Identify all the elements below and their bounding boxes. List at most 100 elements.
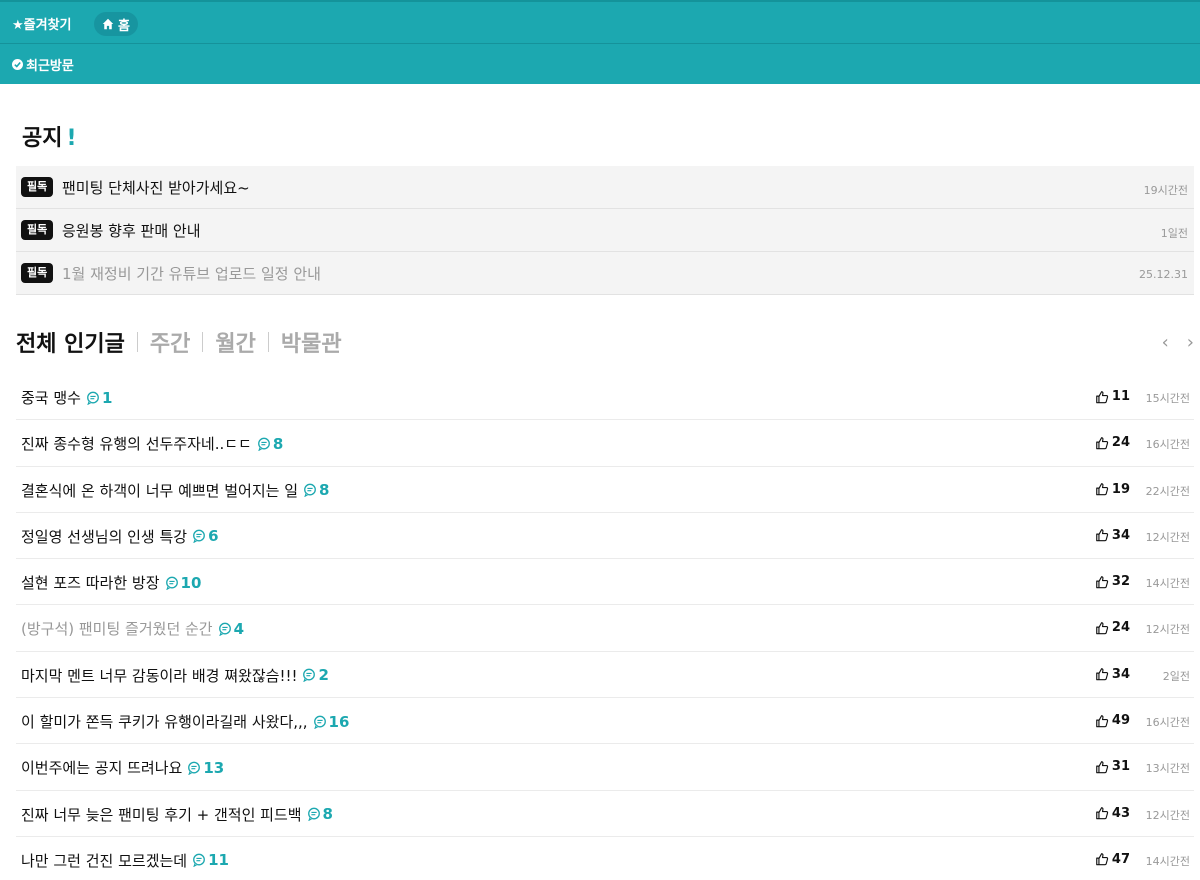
comment-icon: [257, 437, 273, 451]
notice-item[interactable]: 필독 1월 재정비 기간 유튜브 업로드 일정 안내 25.12.31: [16, 252, 1194, 295]
post-title[interactable]: 진짜 종수형 유행의 선두주자네..ㄷㄷ 8: [21, 433, 283, 454]
comment-count: 1: [86, 389, 112, 407]
comment-icon: [307, 807, 323, 822]
like-count: 24: [1095, 620, 1130, 635]
like-count: 47: [1095, 852, 1130, 867]
post-time: 16시간전: [1145, 716, 1190, 730]
notice-item[interactable]: 필독 팬미팅 단체사진 받아가세요~ 19시간전: [16, 166, 1194, 209]
comment-count-value: 2: [318, 666, 329, 685]
notice-item-time: 25.12.31: [1139, 268, 1188, 281]
notice-item[interactable]: 필독 응원봉 향후 판매 안내 1일전: [16, 209, 1194, 252]
notice-item-title[interactable]: 팬미팅 단체사진 받아가세요~: [62, 177, 250, 198]
comment-icon: [192, 853, 208, 868]
like-count: 49: [1095, 713, 1130, 728]
post-title[interactable]: 나만 그런 건진 모르겠는데 11: [21, 850, 229, 871]
comment-count: 8: [303, 481, 329, 499]
must-read-badge: 필독: [21, 220, 54, 240]
post-time: 15시간전: [1145, 392, 1190, 405]
tab-divider: [267, 332, 269, 352]
post-title-text[interactable]: 나만 그런 건진 모르겠는데: [21, 850, 187, 871]
post-title-text[interactable]: 정일영 선생님의 인생 특강: [21, 526, 187, 547]
post-title[interactable]: 설현 포즈 따라한 방장 10: [21, 572, 201, 593]
post-title-text[interactable]: 이번주에는 공지 뜨려나요: [21, 757, 182, 778]
comment-icon: [303, 483, 319, 498]
post-title[interactable]: 결혼식에 온 하객이 너무 예쁘면 벌어지는 일 8: [21, 480, 329, 501]
like-count: 34: [1095, 528, 1130, 543]
like-count: 43: [1095, 806, 1130, 821]
post-row[interactable]: 마지막 멘트 너무 감동이라 배경 쪄왔잖슴!!! 2 34 2일전: [16, 652, 1194, 699]
recent-visits-button[interactable]: 최근방문: [12, 55, 74, 74]
post-title[interactable]: 진짜 너무 늦은 팬미팅 후기 + 갠적인 피드백 8: [21, 804, 333, 825]
comment-count-value: 10: [180, 573, 202, 592]
post-time: 14시간전: [1145, 577, 1190, 591]
comment-icon: [187, 761, 203, 775]
post-row[interactable]: 중국 맹수 1 11 15시간전: [16, 374, 1194, 421]
post-title[interactable]: (방구석) 팬미팅 즐거웠던 순간 4: [21, 618, 244, 639]
comment-count-value: 6: [208, 527, 219, 546]
notice-item-title[interactable]: 응원봉 향후 판매 안내: [62, 220, 201, 241]
post-row[interactable]: 이번주에는 공지 뜨려나요 13 31 13시간전: [16, 744, 1194, 791]
comment-count: 10: [165, 573, 202, 592]
post-title-text[interactable]: 마지막 멘트 너무 감동이라 배경 쪄왔잖슴!!!: [21, 665, 297, 686]
post-time: 12시간전: [1145, 530, 1190, 544]
like-count-value: 43: [1111, 805, 1130, 821]
post-title[interactable]: 이 할미가 쫀득 쿠키가 유행이라길래 사왔다,,, 16: [21, 711, 349, 732]
prev-page-icon[interactable]: ‹: [1162, 332, 1169, 353]
favorites-button[interactable]: ★즐겨찾기: [12, 14, 72, 33]
post-time: 2일전: [1162, 669, 1190, 683]
post-row[interactable]: 나만 그런 건진 모르겠는데 11 47 14시간전: [16, 837, 1194, 880]
like-count-value: 34: [1111, 527, 1130, 543]
comment-count-value: 4: [233, 619, 245, 638]
post-row[interactable]: 결혼식에 온 하객이 너무 예쁘면 벌어지는 일 8 19 22시간전: [16, 467, 1194, 513]
like-count-value: 34: [1111, 666, 1130, 682]
like-count-value: 32: [1111, 574, 1130, 590]
post-row[interactable]: 이 할미가 쫀득 쿠키가 유행이라길래 사왔다,,, 16 49 16시간전: [16, 698, 1194, 745]
post-time: 14시간전: [1145, 854, 1190, 868]
comment-count: 11: [192, 851, 229, 869]
comment-count: 4: [218, 620, 244, 638]
comment-icon: [302, 668, 318, 683]
post-title[interactable]: 정일영 선생님의 인생 특강 6: [21, 526, 219, 547]
post-title-text[interactable]: 중국 맹수: [21, 387, 81, 408]
thumbs-up-icon: [1095, 806, 1109, 820]
comment-count: 2: [302, 666, 329, 685]
comment-icon: [165, 576, 181, 590]
post-row[interactable]: 진짜 너무 늦은 팬미팅 후기 + 갠적인 피드백 8 43 12시간전: [16, 791, 1194, 837]
thumbs-up-icon: [1095, 528, 1109, 542]
notice-title-text: 공지: [22, 126, 63, 151]
comment-count-value: 8: [319, 481, 330, 500]
home-button[interactable]: 홈: [94, 12, 138, 36]
post-row[interactable]: (방구석) 팬미팅 즐거웠던 순간 4 24 12시간전: [16, 605, 1194, 652]
like-count: 31: [1095, 759, 1130, 774]
notice-heading: 공지!: [22, 120, 77, 152]
tab-museum[interactable]: 박물관: [281, 326, 342, 358]
like-count: 11: [1095, 389, 1130, 404]
post-title[interactable]: 중국 맹수 1: [21, 387, 112, 408]
post-row[interactable]: 정일영 선생님의 인생 특강 6 34 12시간전: [16, 513, 1194, 560]
post-title-text[interactable]: 진짜 너무 늦은 팬미팅 후기 + 갠적인 피드백: [21, 804, 302, 825]
post-title[interactable]: 마지막 멘트 너무 감동이라 배경 쪄왔잖슴!!! 2: [21, 665, 329, 686]
post-row[interactable]: 진짜 종수형 유행의 선두주자네..ㄷㄷ 8 24 16시간전: [16, 420, 1194, 467]
like-count: 32: [1095, 574, 1130, 589]
comment-count-value: 1: [101, 388, 113, 407]
tab-all-popular[interactable]: 전체 인기글: [16, 326, 125, 358]
comment-count-value: 16: [328, 712, 350, 731]
tab-monthly[interactable]: 월간: [215, 326, 255, 358]
next-page-icon[interactable]: ›: [1187, 332, 1194, 353]
post-title-text[interactable]: 설현 포즈 따라한 방장: [21, 572, 160, 593]
post-title-text[interactable]: 진짜 종수형 유행의 선두주자네..ㄷㄷ: [21, 433, 252, 454]
notice-item-time: 19시간전: [1143, 184, 1188, 197]
post-row[interactable]: 설현 포즈 따라한 방장 10 32 14시간전: [16, 559, 1194, 606]
popular-pager: ‹ ›: [1162, 332, 1194, 353]
post-title-text[interactable]: (방구석) 팬미팅 즐거웠던 순간: [21, 618, 213, 639]
post-title-text[interactable]: 결혼식에 온 하객이 너무 예쁘면 벌어지는 일: [21, 480, 298, 501]
comment-count: 6: [192, 527, 219, 546]
like-count-value: 11: [1111, 389, 1130, 404]
post-title-text[interactable]: 이 할미가 쫀득 쿠키가 유행이라길래 사왔다,,,: [21, 711, 308, 732]
tab-weekly[interactable]: 주간: [150, 326, 190, 358]
comment-count: 8: [257, 435, 283, 453]
notice-item-title[interactable]: 1월 재정비 기간 유튜브 업로드 일정 안내: [62, 263, 321, 284]
post-title[interactable]: 이번주에는 공지 뜨려나요 13: [21, 757, 224, 778]
notice-list: 필독 팬미팅 단체사진 받아가세요~ 19시간전 필독 응원봉 향후 판매 안내…: [16, 166, 1194, 295]
like-count-value: 19: [1111, 481, 1130, 497]
